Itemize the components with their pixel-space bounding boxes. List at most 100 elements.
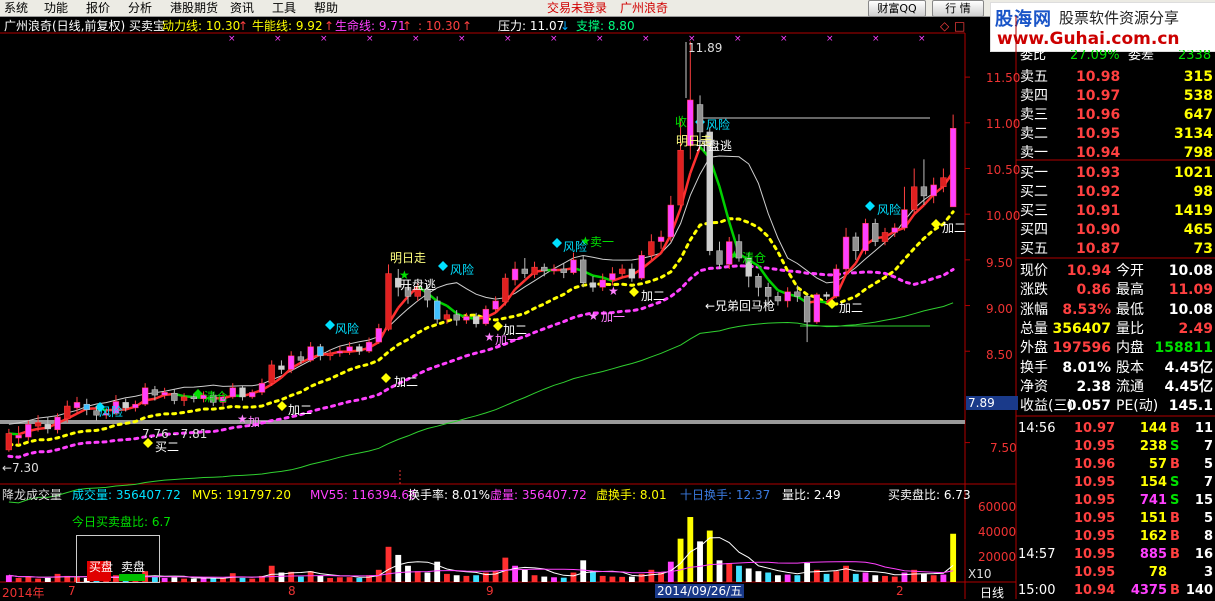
candle-body [882, 232, 888, 241]
ask-row[interactable]: 卖一10.94798 [1018, 144, 1215, 163]
bid-row[interactable]: 买四10.90465 [1018, 221, 1215, 240]
candle-body [249, 392, 255, 397]
top-marker-icon: × [458, 34, 466, 44]
candle-body [483, 309, 489, 324]
ask-row[interactable]: 卖五10.98315 [1018, 68, 1215, 87]
price-tick: 10.00 [986, 209, 1020, 223]
volume-bar [6, 575, 12, 582]
volume-bar [45, 578, 51, 582]
volume-bar [785, 575, 791, 582]
ask-row[interactable]: 卖三10.96647 [1018, 106, 1215, 125]
candle-body [16, 435, 22, 438]
volume-bar [687, 517, 693, 582]
volume-bar [863, 573, 869, 582]
stat-row: 外盘197596内盘158811 [1018, 339, 1215, 358]
stat-label: 内盘 [1116, 339, 1144, 358]
signal-label: 加一 [248, 413, 272, 430]
volume-bar [600, 576, 606, 582]
price-tick: 10.50 [986, 163, 1020, 177]
bid-row[interactable]: 买三10.911419 [1018, 202, 1215, 221]
candle-body [84, 404, 90, 409]
ask-price: 10.94 [1076, 144, 1120, 163]
candle-body [171, 393, 177, 400]
stat-label: 涨幅 [1020, 301, 1048, 320]
signal-label: 清仓 [204, 388, 228, 405]
high-price-label: 11.89 [688, 41, 722, 55]
candle-body [863, 223, 869, 250]
buy-label: 买盘 [89, 558, 113, 575]
volume-bar [775, 575, 781, 582]
candle-body [132, 404, 138, 408]
year-label: 2014年 [2, 584, 45, 601]
top-marker-icon: × [872, 34, 880, 44]
volume-bar [35, 579, 41, 582]
tick-price: 10.95 [1074, 546, 1115, 564]
ask-row[interactable]: 卖四10.97538 [1018, 87, 1215, 106]
volume-ratio-value: 量比: 2.49 [782, 488, 841, 502]
candle-body [454, 315, 460, 320]
candle-body [678, 150, 684, 205]
tick-volume: 4375 [1131, 582, 1167, 600]
volume-bar [648, 570, 654, 582]
candle-body [571, 260, 577, 273]
candle-body [892, 228, 898, 233]
signal-label: 加一 [601, 308, 625, 325]
ask-volume: 538 [1184, 87, 1213, 106]
stat-value: 0.86 [1076, 281, 1111, 300]
stat-label: 换手 [1020, 359, 1048, 378]
bid-row[interactable]: 买二10.9298 [1018, 183, 1215, 202]
ask-volume: 798 [1184, 144, 1213, 163]
ask-price: 10.96 [1076, 106, 1120, 125]
candle-body [717, 251, 723, 265]
top-marker-icon: × [642, 34, 650, 44]
signal-label: 清仓 [742, 249, 766, 266]
volume-bar [580, 560, 586, 582]
candle-body [765, 287, 771, 296]
candle-body [541, 267, 547, 271]
stat-value: 8.53% [1062, 301, 1111, 320]
volume-bar [171, 577, 177, 582]
stat-row: 涨跌0.86最高11.09 [1018, 281, 1215, 300]
volume-bar [298, 577, 304, 582]
tick-count: 140 [1186, 582, 1213, 600]
volume-bar [590, 571, 596, 582]
tick-count: 8 [1204, 528, 1213, 546]
volume-bar [356, 578, 362, 582]
tick-volume: 57 [1149, 456, 1167, 474]
candle-body [590, 283, 596, 288]
stat-row: 换手8.01%股本4.45亿 [1018, 359, 1215, 378]
top-marker-icon: × [826, 34, 834, 44]
volume-bar [210, 578, 216, 582]
bid-row[interactable]: 买一10.931021 [1018, 164, 1215, 183]
stat-label: 最低 [1116, 301, 1144, 320]
candle-body [804, 296, 810, 322]
webi-label: 委比 [1020, 50, 1046, 62]
stat-value: 2.38 [1076, 378, 1111, 397]
candle-body [493, 301, 499, 309]
bid-label: 买一 [1020, 164, 1048, 183]
bid-row[interactable]: 买五10.8773 [1018, 240, 1215, 259]
volume-bar [55, 574, 61, 582]
volume-bar [541, 577, 547, 582]
candle-body [911, 187, 917, 210]
ask-row[interactable]: 卖二10.953134 [1018, 125, 1215, 144]
stat-value: 356407 [1053, 320, 1111, 339]
bid-price: 10.87 [1076, 240, 1120, 259]
signal-label: 风险 [335, 320, 359, 337]
tick-time: 14:57 [1018, 546, 1055, 564]
period-label[interactable]: 日线 [980, 584, 1004, 601]
volume-bar [191, 578, 197, 582]
volume-bar [347, 577, 353, 582]
candle-body [317, 347, 323, 356]
candle-body [853, 237, 859, 251]
candle-body [327, 353, 333, 356]
bid-volume: 1419 [1174, 202, 1213, 221]
stat-label: 今开 [1116, 262, 1144, 281]
tick-volume: 238 [1140, 438, 1167, 456]
ask-label: 卖二 [1020, 125, 1048, 144]
signal-label: 加一 [495, 331, 519, 348]
candle-body [843, 237, 849, 269]
candle-body [142, 388, 148, 404]
price-tick: 11.00 [986, 117, 1020, 131]
candle-body [259, 383, 265, 392]
